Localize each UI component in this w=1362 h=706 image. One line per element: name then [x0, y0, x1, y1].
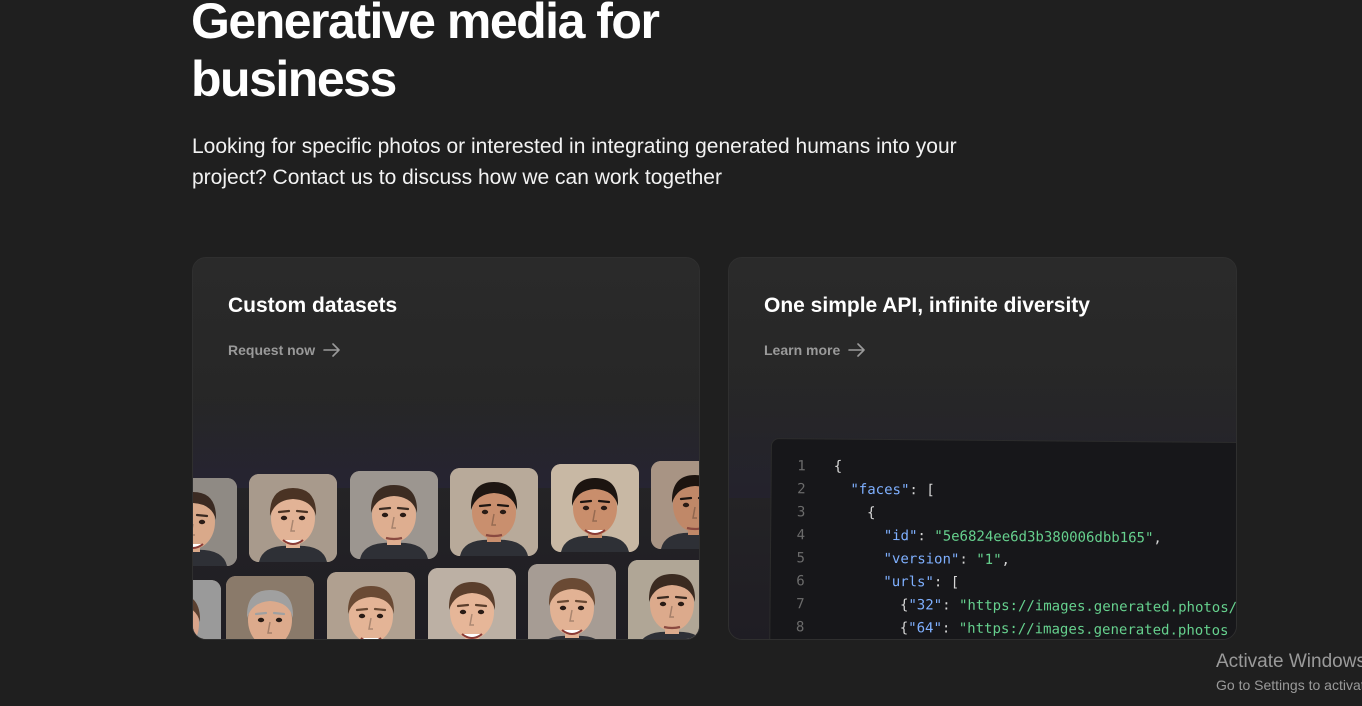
code-text: {: [833, 504, 876, 521]
page: Generative media for business Looking fo…: [0, 0, 1362, 706]
watermark-subtitle: Go to Settings to activate Windows.: [1216, 677, 1362, 693]
custom-datasets-card[interactable]: Custom datasets Request now: [192, 257, 700, 640]
page-subtitle: Looking for specific photos or intereste…: [192, 135, 957, 189]
arrow-right-icon: [848, 343, 866, 357]
line-number: 8: [795, 619, 805, 636]
face-thumbnail: [350, 471, 438, 559]
face-thumbnail: [628, 560, 699, 639]
line-number: 3: [796, 504, 806, 521]
face-thumbnail: [249, 474, 337, 562]
code-text: "urls": [: [883, 573, 960, 591]
page-title: Generative media for business: [191, 0, 660, 107]
arrow-right-icon: [323, 343, 341, 357]
code-text: {: [833, 458, 843, 475]
face-thumbnail: [226, 576, 314, 639]
api-card[interactable]: One simple API, infinite diversity Learn…: [728, 257, 1237, 640]
card-title: One simple API, infinite diversity: [764, 294, 1090, 317]
code-text: "id": "5e6824ee6d3b380006dbb165",: [883, 527, 1162, 547]
line-number: 6: [796, 573, 805, 590]
line-number: 2: [797, 481, 806, 498]
face-thumbnail: [193, 478, 237, 566]
link-label: Learn more: [764, 342, 841, 358]
windows-activation-watermark: Activate Windows Go to Settings to activ…: [1216, 650, 1362, 695]
code-text: "version": "1",: [883, 550, 1011, 569]
face-thumbnail: [428, 568, 516, 639]
code-text: "faces": [: [850, 481, 935, 499]
code-sample: 1 {2 "faces": [ 3 {4 "id": "5e6824ee6d3b38…: [768, 438, 1236, 639]
face-thumbnail: [450, 468, 538, 556]
request-now-link[interactable]: Request now: [228, 342, 341, 358]
face-thumbnail: [528, 564, 616, 639]
face-thumbnail: [193, 580, 221, 639]
line-number: 7: [796, 596, 805, 613]
line-number: 4: [796, 527, 806, 544]
face-thumbnail: [327, 572, 415, 639]
watermark-title: Activate Windows: [1216, 651, 1362, 672]
learn-more-link[interactable]: Learn more: [764, 342, 866, 358]
face-thumbnail: [651, 461, 699, 549]
card-title: Custom datasets: [228, 294, 398, 317]
line-number: 5: [796, 550, 806, 567]
code-text: {"64": "https://images.generated.photos: [832, 619, 1229, 639]
line-number: 1: [797, 458, 806, 475]
face-thumbnail: [551, 464, 639, 552]
link-label: Request now: [228, 342, 316, 358]
